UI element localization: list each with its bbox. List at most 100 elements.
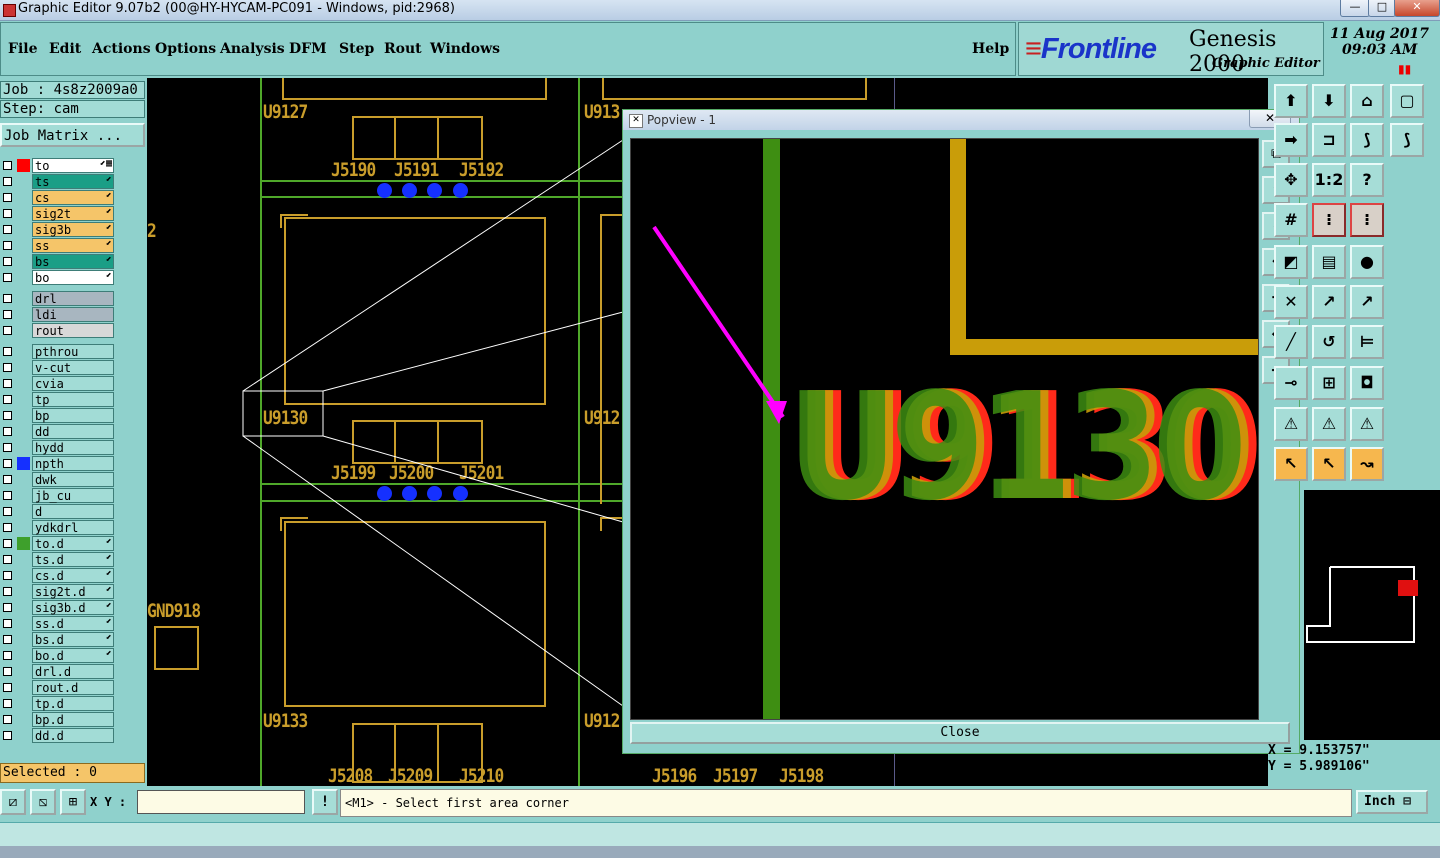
tool-button-4-0[interactable]: ◩	[1274, 245, 1308, 279]
layer-checkbox[interactable]	[3, 667, 12, 676]
layer-row-ts[interactable]: ts ⬋	[0, 174, 118, 190]
popview-window[interactable]: ✕ Popview - 1 ✕ U9130 U9130 U9130 ⧉ ⬆ ⬇ …	[622, 109, 1300, 754]
tool-button-5-2[interactable]: ↗	[1350, 285, 1384, 319]
tool-button-1-1[interactable]: ⊐	[1312, 123, 1346, 157]
tool-button-2-0[interactable]: ✥	[1274, 163, 1308, 197]
tool-button-6-1[interactable]: ↺	[1312, 325, 1346, 359]
layer-row-drl[interactable]: drl	[0, 291, 118, 307]
tool-button-7-2[interactable]: ◘	[1350, 366, 1384, 400]
layer-checkbox[interactable]	[3, 475, 12, 484]
tool-button-3-0[interactable]: #	[1274, 203, 1308, 237]
maximize-button[interactable]: □	[1368, 0, 1396, 17]
layer-row-to[interactable]: to ⬋▦	[0, 158, 118, 174]
layer-checkbox[interactable]	[3, 651, 12, 660]
job-matrix-button[interactable]: Job Matrix ...	[0, 123, 145, 147]
tool-button-9-1[interactable]: ↖	[1312, 447, 1346, 481]
snap-button[interactable]: ⧄	[0, 789, 26, 815]
layer-checkbox[interactable]	[3, 273, 12, 282]
layer-row-rout-d[interactable]: rout.d	[0, 680, 118, 696]
layer-row-ydkdrl[interactable]: ydkdrl	[0, 520, 118, 536]
tool-button-6-0[interactable]: ╱	[1274, 325, 1308, 359]
layer-row-npth[interactable]: npth	[0, 456, 118, 472]
xy-input[interactable]	[137, 790, 305, 814]
menu-edit[interactable]: Edit	[49, 41, 81, 57]
tool-button-2-1[interactable]: 1:2	[1312, 163, 1346, 197]
layer-row-to-d[interactable]: to.d ⬋	[0, 536, 118, 552]
layer-checkbox[interactable]	[3, 379, 12, 388]
menu-rout[interactable]: Rout	[384, 41, 422, 57]
layer-row-ss-d[interactable]: ss.d ⬋	[0, 616, 118, 632]
popview-close-button[interactable]: Close	[630, 722, 1290, 744]
layer-checkbox[interactable]	[3, 411, 12, 420]
tool-button-0-3[interactable]: ▢	[1390, 84, 1424, 118]
layer-checkbox[interactable]	[3, 363, 12, 372]
layer-checkbox[interactable]	[3, 507, 12, 516]
layer-row-bs[interactable]: bs ⬋	[0, 254, 118, 270]
menu-analysis[interactable]: Analysis	[220, 41, 285, 57]
layer-row-jb-cu[interactable]: jb_cu	[0, 488, 118, 504]
layer-checkbox[interactable]	[3, 587, 12, 596]
tool-button-1-3[interactable]: ⟆	[1390, 123, 1424, 157]
tool-button-1-0[interactable]: ➡	[1274, 123, 1308, 157]
window-close-button[interactable]: ✕	[1394, 0, 1440, 17]
layer-row-sig3b-d[interactable]: sig3b.d ⬋	[0, 600, 118, 616]
layer-row-dd[interactable]: dd	[0, 424, 118, 440]
tool-button-4-1[interactable]: ▤	[1312, 245, 1346, 279]
layer-row-dd-d[interactable]: dd.d	[0, 728, 118, 744]
layer-checkbox[interactable]	[3, 539, 12, 548]
tool-button-7-1[interactable]: ⊞	[1312, 366, 1346, 400]
layer-checkbox[interactable]	[3, 294, 12, 303]
tool-button-6-2[interactable]: ⊨	[1350, 325, 1384, 359]
layer-row-cs[interactable]: cs ⬋	[0, 190, 118, 206]
layer-row-ts-d[interactable]: ts.d ⬋	[0, 552, 118, 568]
tool-button-3-2[interactable]: ⁝	[1350, 203, 1384, 237]
mini-map[interactable]	[1304, 490, 1440, 740]
menu-windows[interactable]: Windows	[430, 41, 500, 57]
menu-options[interactable]: Options	[155, 41, 216, 57]
layer-checkbox[interactable]	[3, 225, 12, 234]
layer-checkbox[interactable]	[3, 193, 12, 202]
layer-row-sig2t-d[interactable]: sig2t.d ⬋	[0, 584, 118, 600]
popview-canvas[interactable]: U9130 U9130 U9130	[630, 138, 1259, 720]
tool-button-9-2[interactable]: ↝	[1350, 447, 1384, 481]
layer-row-cvia[interactable]: cvia	[0, 376, 118, 392]
layer-checkbox[interactable]	[3, 257, 12, 266]
layer-row-rout[interactable]: rout	[0, 323, 118, 339]
tool-button-0-0[interactable]: ⬆	[1274, 84, 1308, 118]
tool-button-8-2[interactable]: ⚠	[1350, 407, 1384, 441]
layer-row-v-cut[interactable]: v-cut	[0, 360, 118, 376]
menu-actions[interactable]: Actions	[92, 41, 151, 57]
layer-checkbox[interactable]	[3, 715, 12, 724]
alert-button[interactable]: !	[312, 789, 338, 815]
minimize-button[interactable]: —	[1340, 0, 1370, 17]
layer-row-d[interactable]: d	[0, 504, 118, 520]
layer-checkbox[interactable]	[3, 241, 12, 250]
layer-row-tp-d[interactable]: tp.d	[0, 696, 118, 712]
layer-checkbox[interactable]	[3, 683, 12, 692]
unit-selector[interactable]: Inch ⊟	[1356, 790, 1428, 814]
menu-dfm[interactable]: DFM	[289, 41, 327, 57]
layer-row-pthrou[interactable]: pthrou	[0, 344, 118, 360]
tool-button-5-0[interactable]: ✕	[1274, 285, 1308, 319]
layer-checkbox[interactable]	[3, 310, 12, 319]
layer-checkbox[interactable]	[3, 523, 12, 532]
layer-row-tp[interactable]: tp	[0, 392, 118, 408]
layer-row-sig3b[interactable]: sig3b ⬋	[0, 222, 118, 238]
tool-button-4-2[interactable]: ●	[1350, 245, 1384, 279]
layer-checkbox[interactable]	[3, 603, 12, 612]
layer-checkbox[interactable]	[3, 395, 12, 404]
tool-button-0-2[interactable]: ⌂	[1350, 84, 1384, 118]
layer-row-drl-d[interactable]: drl.d	[0, 664, 118, 680]
tool-button-8-0[interactable]: ⚠	[1274, 407, 1308, 441]
layer-checkbox[interactable]	[3, 459, 12, 468]
layer-checkbox[interactable]	[3, 491, 12, 500]
layer-row-ldi[interactable]: ldi	[0, 307, 118, 323]
layer-checkbox[interactable]	[3, 555, 12, 564]
tool-button-3-1[interactable]: ⁝	[1312, 203, 1346, 237]
layer-checkbox[interactable]	[3, 326, 12, 335]
layer-checkbox[interactable]	[3, 209, 12, 218]
tool-button-2-2[interactable]: ?	[1350, 163, 1384, 197]
grid-button[interactable]: ⊞	[60, 789, 86, 815]
layer-row-cs-d[interactable]: cs.d ⬋	[0, 568, 118, 584]
layer-row-ss[interactable]: ss ⬋	[0, 238, 118, 254]
